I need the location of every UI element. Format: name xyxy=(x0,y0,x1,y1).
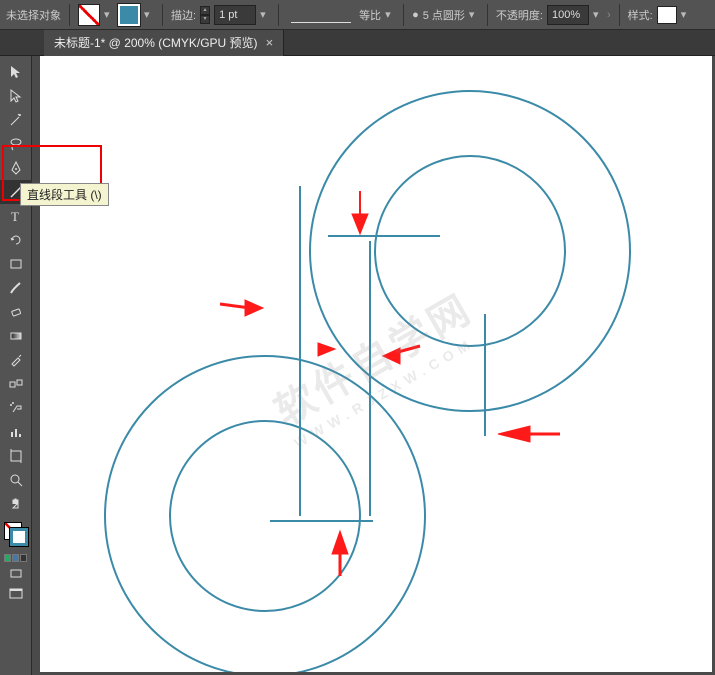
pen-tool-icon[interactable] xyxy=(0,156,32,180)
screen-mode-icon[interactable] xyxy=(0,564,32,584)
lasso-tool-icon[interactable] xyxy=(0,132,32,156)
brush-dropdown-icon[interactable]: ▾ xyxy=(469,8,479,21)
canvas-wrap: 软件自学网 WWW.RJZXW.COM xyxy=(32,56,715,675)
style-label: 样式: xyxy=(628,7,653,23)
separator xyxy=(487,4,488,26)
artboard-tool-icon[interactable] xyxy=(0,444,32,468)
fill-dropdown-icon[interactable]: ▾ xyxy=(104,8,114,21)
toolbox: T xyxy=(0,56,32,675)
color-mode-row[interactable] xyxy=(0,552,31,564)
symbol-sprayer-tool-icon[interactable] xyxy=(0,396,32,420)
separator xyxy=(403,4,404,26)
options-bar: 未选择对象 ▾ ▾ 描边: ▴▾ ▾ 等比 ▾ ● 5 点圆形 ▾ 不透明度: … xyxy=(0,0,715,30)
graph-tool-icon[interactable] xyxy=(0,420,32,444)
rectangle-tool-icon[interactable] xyxy=(0,252,32,276)
opacity-more-icon[interactable]: › xyxy=(607,9,611,21)
style-dropdown-icon[interactable]: ▾ xyxy=(681,8,691,21)
stroke-profile-dropdown-icon[interactable]: ▾ xyxy=(385,8,395,21)
no-selection-label: 未选择对象 xyxy=(6,7,61,23)
opacity-input[interactable] xyxy=(547,5,589,25)
artboard-canvas[interactable]: 软件自学网 WWW.RJZXW.COM xyxy=(40,56,712,672)
fill-swatch[interactable] xyxy=(78,4,100,26)
brush-bullet: ● xyxy=(412,9,419,21)
line-tool-tooltip: 直线段工具 (\) xyxy=(20,183,109,206)
opacity-dropdown-icon[interactable]: ▾ xyxy=(593,8,603,21)
rotate-tool-icon[interactable] xyxy=(0,228,32,252)
type-tool-icon[interactable]: T xyxy=(0,204,32,228)
opacity-label: 不透明度: xyxy=(496,7,543,23)
stroke-swatch[interactable] xyxy=(118,4,140,26)
stroke-weight-input[interactable] xyxy=(214,5,256,25)
eraser-tool-icon[interactable] xyxy=(0,300,32,324)
direct-selection-tool-icon[interactable] xyxy=(0,84,32,108)
separator xyxy=(162,4,163,26)
stroke-weight-stepper[interactable]: ▴▾ xyxy=(200,6,210,24)
stroke-profile-label: 等比 xyxy=(359,7,381,23)
magic-wand-tool-icon[interactable] xyxy=(0,108,32,132)
paintbrush-tool-icon[interactable] xyxy=(0,276,32,300)
artwork-svg xyxy=(40,56,712,672)
document-tab-bar: 未标题-1* @ 200% (CMYK/GPU 预览) × xyxy=(0,30,715,56)
style-swatch[interactable] xyxy=(657,6,677,24)
document-tab-title: 未标题-1* @ 200% (CMYK/GPU 预览) xyxy=(54,34,258,51)
stroke-profile-preview[interactable] xyxy=(291,7,351,23)
stroke-weight-dropdown-icon[interactable]: ▾ xyxy=(260,8,270,21)
stroke-dropdown-icon[interactable]: ▾ xyxy=(144,8,154,21)
blend-tool-icon[interactable] xyxy=(0,372,32,396)
stroke-label: 描边: xyxy=(171,7,196,23)
stroke-color-icon[interactable] xyxy=(10,528,28,546)
screen-mode-full-icon[interactable] xyxy=(0,584,32,604)
separator xyxy=(619,4,620,26)
svg-text:T: T xyxy=(11,209,19,224)
selection-tool-icon[interactable] xyxy=(0,60,32,84)
gradient-tool-icon[interactable] xyxy=(0,324,32,348)
fill-stroke-color-well[interactable] xyxy=(4,522,28,546)
zoom-tool-icon[interactable] xyxy=(0,468,32,492)
separator xyxy=(69,4,70,26)
separator xyxy=(278,4,279,26)
close-icon[interactable]: × xyxy=(266,35,274,50)
brush-label: 5 点圆形 xyxy=(423,7,465,23)
main-area: T xyxy=(0,56,715,675)
document-tab[interactable]: 未标题-1* @ 200% (CMYK/GPU 预览) × xyxy=(44,30,284,56)
hand-tool-icon[interactable] xyxy=(0,492,32,516)
eyedropper-tool-icon[interactable] xyxy=(0,348,32,372)
